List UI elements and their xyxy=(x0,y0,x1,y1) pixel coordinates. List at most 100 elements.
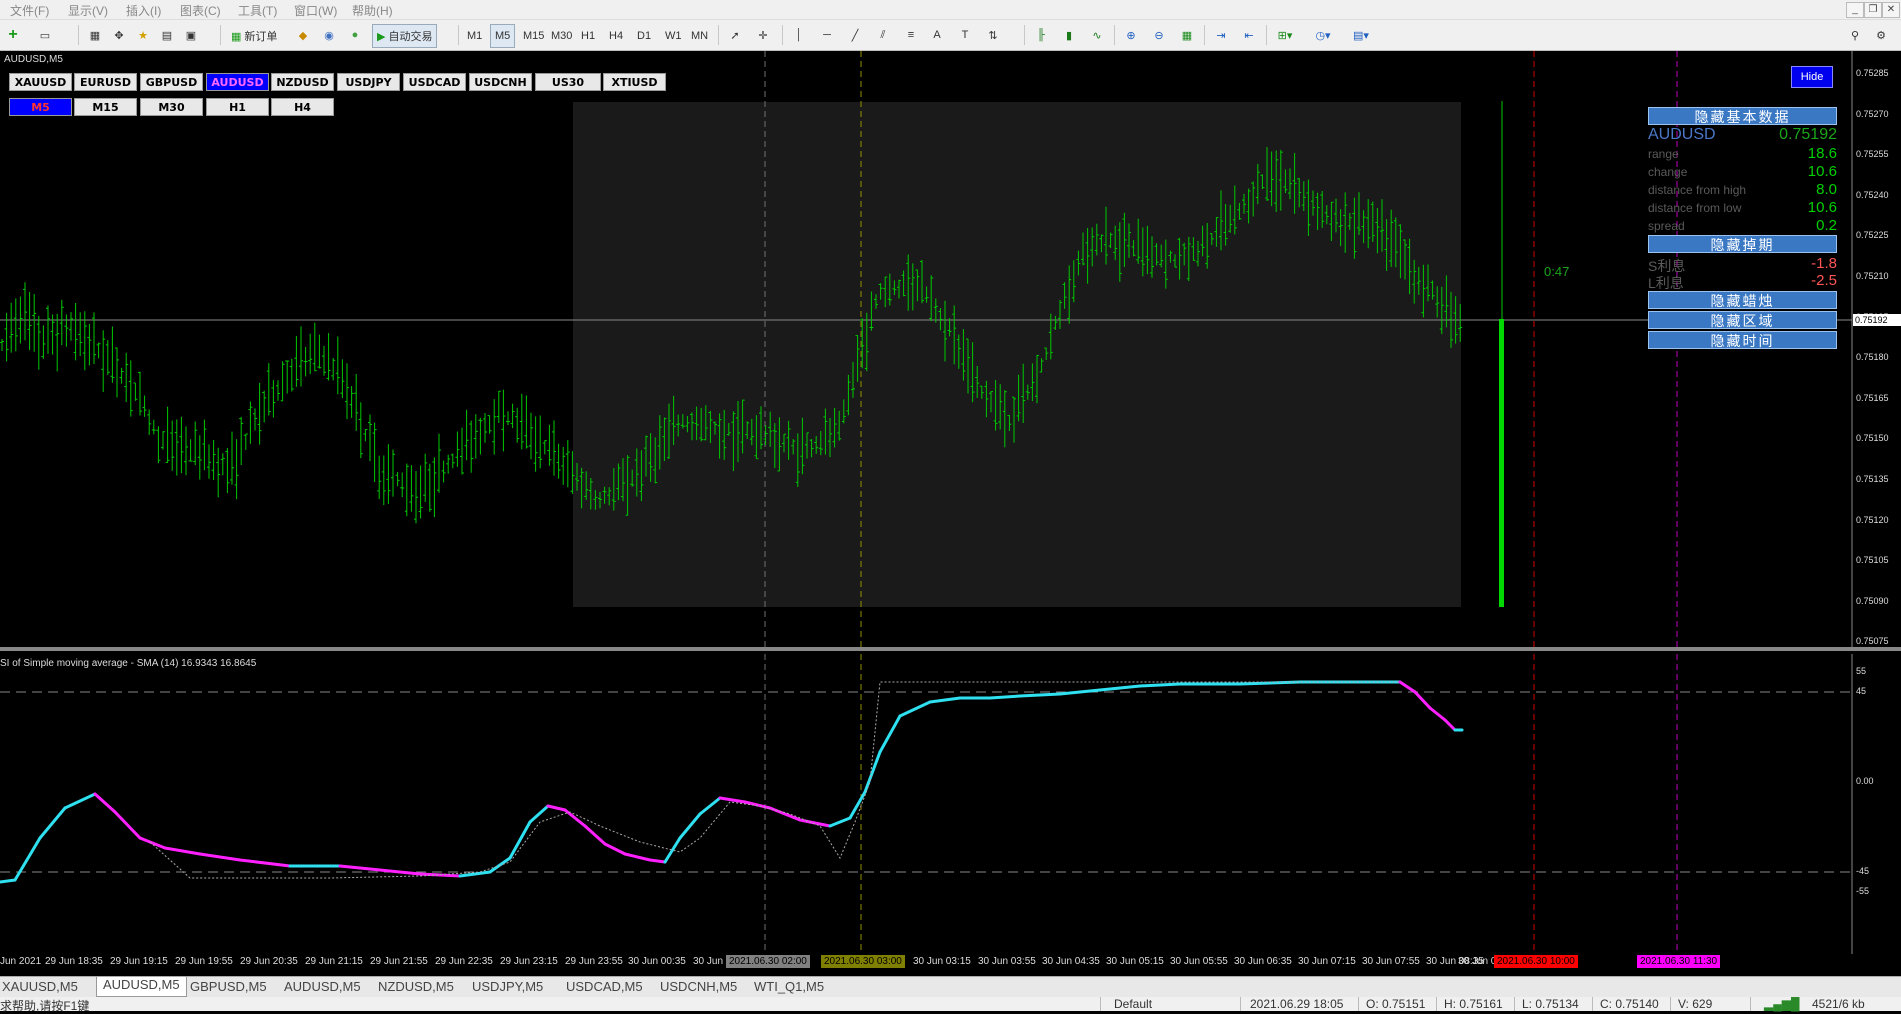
hide-time-button[interactable]: 隐藏时间 xyxy=(1648,331,1837,349)
chart-tab[interactable]: XAUUSD,M5 xyxy=(2,979,78,994)
chart-tab[interactable]: NZDUSD,M5 xyxy=(378,979,454,994)
tf-h4-button[interactable]: H4 xyxy=(604,24,628,48)
price-bar xyxy=(303,346,308,377)
menu-charts[interactable]: 图表(C) xyxy=(180,2,221,19)
tf-m30-button[interactable]: M30 xyxy=(546,24,577,48)
line-chart-icon[interactable]: ∿ xyxy=(1086,24,1108,46)
trendline-icon[interactable]: ╱ xyxy=(844,24,866,46)
symbol-button-xauusd[interactable]: XAUUSD xyxy=(9,73,72,91)
candlestick-icon[interactable]: ▮ xyxy=(1058,24,1080,46)
tile-windows-icon[interactable]: ▦ xyxy=(1176,24,1198,46)
cursor-icon[interactable]: ➚ xyxy=(724,24,746,46)
crosshair-icon[interactable]: ✛ xyxy=(752,24,774,46)
indicator-segment xyxy=(546,804,567,812)
symbol-button-us30[interactable]: US30 xyxy=(535,73,601,91)
close-icon[interactable]: ✕ xyxy=(1882,2,1900,18)
chart-tab[interactable]: AUDUSD,M5 xyxy=(96,977,187,997)
tf-button-h1[interactable]: H1 xyxy=(206,98,269,116)
chart-tab[interactable]: USDCNH,M5 xyxy=(660,979,737,994)
tf-m15-button[interactable]: M15 xyxy=(518,24,549,48)
indicator-chart[interactable] xyxy=(0,654,1901,954)
price-bar xyxy=(437,433,441,493)
price-chart[interactable] xyxy=(0,51,1901,651)
fibonacci-icon[interactable]: ≡ xyxy=(900,24,922,46)
chart-shift-icon[interactable]: ⇤ xyxy=(1238,24,1260,46)
menu-file[interactable]: 文件(F) xyxy=(10,2,49,19)
periods-icon[interactable]: ◷▾ xyxy=(1312,24,1334,46)
chart-tab[interactable]: GBPUSD,M5 xyxy=(190,979,267,994)
price-bar xyxy=(271,380,276,418)
tf-button-h4[interactable]: H4 xyxy=(271,98,334,116)
new-order-button[interactable]: ▦ 新订单 xyxy=(226,24,282,48)
search-icon[interactable]: ⚲ xyxy=(1844,24,1866,46)
symbol-button-nzdusd[interactable]: NZDUSD xyxy=(271,73,334,91)
hide-button[interactable]: Hide xyxy=(1791,66,1833,88)
hide-zone-button[interactable]: 隐藏区域 xyxy=(1648,311,1837,329)
tf-d1-button[interactable]: D1 xyxy=(632,24,656,48)
arrows-icon[interactable]: ⇅ xyxy=(982,24,1004,46)
chart-tab[interactable]: USDCAD,M5 xyxy=(566,979,643,994)
channel-icon[interactable]: ⫽ xyxy=(872,24,894,46)
chart-tab[interactable]: USDJPY,M5 xyxy=(472,979,543,994)
price-bar xyxy=(165,406,170,463)
time-tick-label: Jun 2021 xyxy=(0,956,42,967)
settings-icon[interactable]: ⚙ xyxy=(1870,24,1892,46)
price-tick-label: 0.75255 xyxy=(1856,149,1889,160)
signals-icon[interactable]: ◉ xyxy=(318,24,340,46)
hide-basic-data-button[interactable]: 隐藏基本数据 xyxy=(1648,107,1837,125)
menu-insert[interactable]: 插入(I) xyxy=(126,2,161,19)
tf-h1-button[interactable]: H1 xyxy=(576,24,600,48)
templates-icon[interactable]: ▤▾ xyxy=(1350,24,1372,46)
auto-trading-button[interactable]: ▶ 自动交易 xyxy=(372,24,438,48)
new-chart-icon[interactable]: + xyxy=(2,24,24,46)
vertical-line-icon[interactable]: │ xyxy=(788,24,810,46)
bar-timer: 0:47 xyxy=(1544,264,1570,279)
chart-tab[interactable]: AUDUSD,M5 xyxy=(284,979,361,994)
terminal-icon[interactable]: ▤ xyxy=(156,24,178,46)
chart-tab[interactable]: WTI_Q1,M5 xyxy=(754,979,824,994)
chart-window[interactable] xyxy=(0,51,1901,981)
tester-icon[interactable]: ▣ xyxy=(180,24,202,46)
tf-w1-button[interactable]: W1 xyxy=(660,24,687,48)
navigator-icon[interactable]: ★ xyxy=(132,24,154,46)
symbol-button-xtiusd[interactable]: XTIUSD xyxy=(603,73,666,91)
zoom-in-icon[interactable]: ⊕ xyxy=(1120,24,1142,46)
symbol-button-usdjpy[interactable]: USDJPY xyxy=(337,73,400,91)
restore-icon[interactable]: ❐ xyxy=(1864,2,1882,18)
tf-button-m15[interactable]: M15 xyxy=(74,98,137,116)
hide-swap-button[interactable]: 隐藏掉期 xyxy=(1648,235,1837,253)
profiles-icon[interactable]: ▭ xyxy=(34,24,56,46)
zoom-out-icon[interactable]: ⊖ xyxy=(1148,24,1170,46)
panel-symbol: AUDUSD xyxy=(1648,126,1716,143)
bar-chart-icon[interactable]: ╟ xyxy=(1030,24,1052,46)
symbol-button-gbpusd[interactable]: GBPUSD xyxy=(140,73,203,91)
panel-dist-low-label: distance from low xyxy=(1648,201,1742,215)
menu-tools[interactable]: 工具(T) xyxy=(238,2,277,19)
tf-button-m30[interactable]: M30 xyxy=(140,98,203,116)
indicators-icon[interactable]: ⊞▾ xyxy=(1274,24,1296,46)
symbol-button-usdcnh[interactable]: USDCNH xyxy=(469,73,532,91)
minimize-icon[interactable]: _ xyxy=(1846,2,1864,18)
menu-window[interactable]: 窗口(W) xyxy=(294,2,337,19)
tf-button-m5[interactable]: M5 xyxy=(9,98,72,116)
horizontal-line-icon[interactable]: ─ xyxy=(816,24,838,46)
vps-icon[interactable]: ● xyxy=(344,24,366,46)
price-bar xyxy=(253,408,257,431)
tf-m5-button[interactable]: M5 xyxy=(490,24,516,48)
menu-view[interactable]: 显示(V) xyxy=(68,2,108,19)
symbol-button-usdcad[interactable]: USDCAD xyxy=(403,73,466,91)
text-icon[interactable]: A xyxy=(926,24,948,46)
metaeditor-icon[interactable]: ◆ xyxy=(292,24,314,46)
autoscroll-icon[interactable]: ⇥ xyxy=(1210,24,1232,46)
menu-help[interactable]: 帮助(H) xyxy=(352,2,393,19)
hide-candles-button[interactable]: 隐藏蜡烛 xyxy=(1648,291,1837,309)
indicator-segment xyxy=(583,824,607,846)
tf-mn-button[interactable]: MN xyxy=(686,24,713,48)
symbol-button-eurusd[interactable]: EURUSD xyxy=(74,73,137,91)
symbol-button-audusd[interactable]: AUDUSD xyxy=(206,73,269,91)
tf-m1-button[interactable]: M1 xyxy=(462,24,487,48)
market-watch-icon[interactable]: ▦ xyxy=(84,24,106,46)
crosshair-nav-icon[interactable]: ✥ xyxy=(108,24,130,46)
price-bar xyxy=(432,457,437,518)
text-label-icon[interactable]: T xyxy=(954,24,976,46)
